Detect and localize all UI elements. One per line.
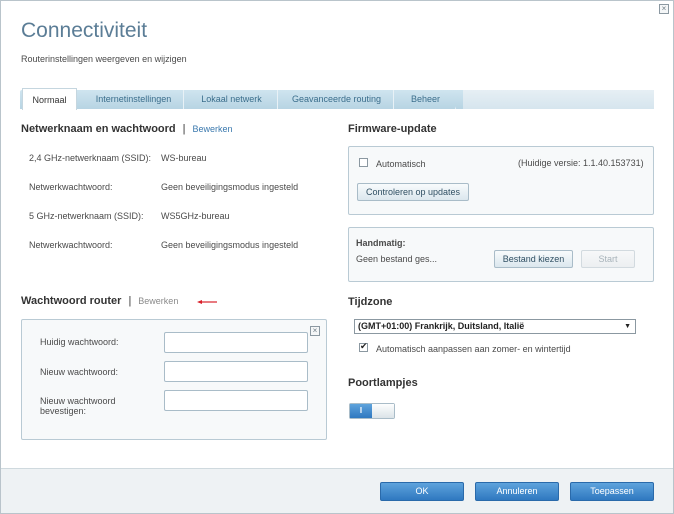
new-password-input[interactable] (164, 361, 308, 382)
port-lights-toggle[interactable]: I (349, 403, 395, 419)
page-title: Connectiviteit (21, 19, 148, 42)
dst-label: Automatisch aanpassen aan zomer- en wint… (376, 344, 571, 354)
confirm-password-label: Nieuw wachtwoord bevestigen: (40, 396, 116, 416)
network-edit-link[interactable]: Bewerken (193, 124, 233, 134)
timezone-selected-value: (GMT+01:00) Frankrijk, Duitsland, Italië (358, 321, 525, 331)
ssid-5-value: WS5GHz-bureau (161, 211, 230, 221)
router-password-separator: | (128, 295, 132, 307)
port-lights-heading: Poortlampjes (348, 377, 418, 389)
choose-file-button[interactable]: Bestand kiezen (494, 250, 573, 268)
network-password-5-label: Netwerkwachtwoord: (29, 240, 113, 250)
ssid-24-value: WS-bureau (161, 153, 207, 163)
check-updates-button[interactable]: Controleren op updates (357, 183, 469, 201)
tab-bar-filler (463, 90, 654, 109)
ssid-24-label: 2,4 GHz-netwerknaam (SSID): (29, 153, 152, 163)
connectivity-window: × Connectiviteit Routerinstellingen weer… (0, 0, 674, 514)
ok-button[interactable]: OK (380, 482, 464, 501)
firmware-file-status: Geen bestand ges... (356, 254, 438, 264)
current-password-label: Huidig wachtwoord: (40, 337, 119, 347)
firmware-auto-checkbox[interactable] (359, 158, 368, 167)
new-password-label: Nieuw wachtwoord: (40, 367, 119, 377)
start-button[interactable]: Start (581, 250, 635, 268)
tab-internetinstellingen[interactable]: Internetinstellingen (84, 90, 184, 109)
router-password-close-icon[interactable]: × (310, 326, 320, 336)
network-password-5-value: Geen beveiligingsmodus ingesteld (161, 240, 299, 250)
firmware-version-text: (Huidige versie: 1.1.40.153731) (518, 158, 644, 168)
router-password-heading: Wachtwoord router | Bewerken (21, 295, 178, 307)
tab-lokaal-netwerk[interactable]: Lokaal netwerk (186, 90, 278, 109)
network-password-24-value: Geen beveiligingsmodus ingesteld (161, 182, 299, 192)
toggle-knob (372, 404, 394, 418)
network-password-24-label: Netwerkwachtwoord: (29, 182, 113, 192)
firmware-manual-label: Handmatig: (356, 238, 406, 248)
toggle-on-indicator: I (350, 404, 372, 418)
tab-normaal[interactable]: Normaal (22, 88, 77, 110)
timezone-heading: Tijdzone (348, 296, 393, 308)
chevron-down-icon: ▼ (624, 323, 631, 330)
firmware-auto-label: Automatisch (376, 159, 426, 169)
tab-geavanceerde-routing[interactable]: Geavanceerde routing (280, 90, 394, 109)
router-password-edit-link[interactable]: Bewerken (138, 296, 178, 306)
tab-beheer[interactable]: Beheer (396, 90, 456, 109)
network-heading-text: Netwerknaam en wachtwoord (21, 123, 176, 135)
firmware-auto-panel (348, 146, 654, 215)
page-subtitle: Routerinstellingen weergeven en wijzigen (21, 54, 187, 64)
confirm-password-input[interactable] (164, 390, 308, 411)
router-password-heading-text: Wachtwoord router (21, 295, 122, 307)
ssid-5-label: 5 GHz-netwerknaam (SSID): (29, 211, 144, 221)
network-section-heading: Netwerknaam en wachtwoord | Bewerken (21, 123, 233, 135)
dst-checkbox[interactable] (359, 341, 368, 352)
cancel-button[interactable]: Annuleren (475, 482, 559, 501)
window-close-icon[interactable]: × (659, 4, 669, 14)
timezone-select[interactable]: (GMT+01:00) Frankrijk, Duitsland, Italië… (354, 319, 636, 334)
current-password-input[interactable] (164, 332, 308, 353)
apply-button[interactable]: Toepassen (570, 482, 654, 501)
firmware-heading: Firmware-update (348, 123, 437, 135)
network-heading-separator: | (182, 123, 186, 135)
annotation-arrow-icon (197, 300, 217, 304)
